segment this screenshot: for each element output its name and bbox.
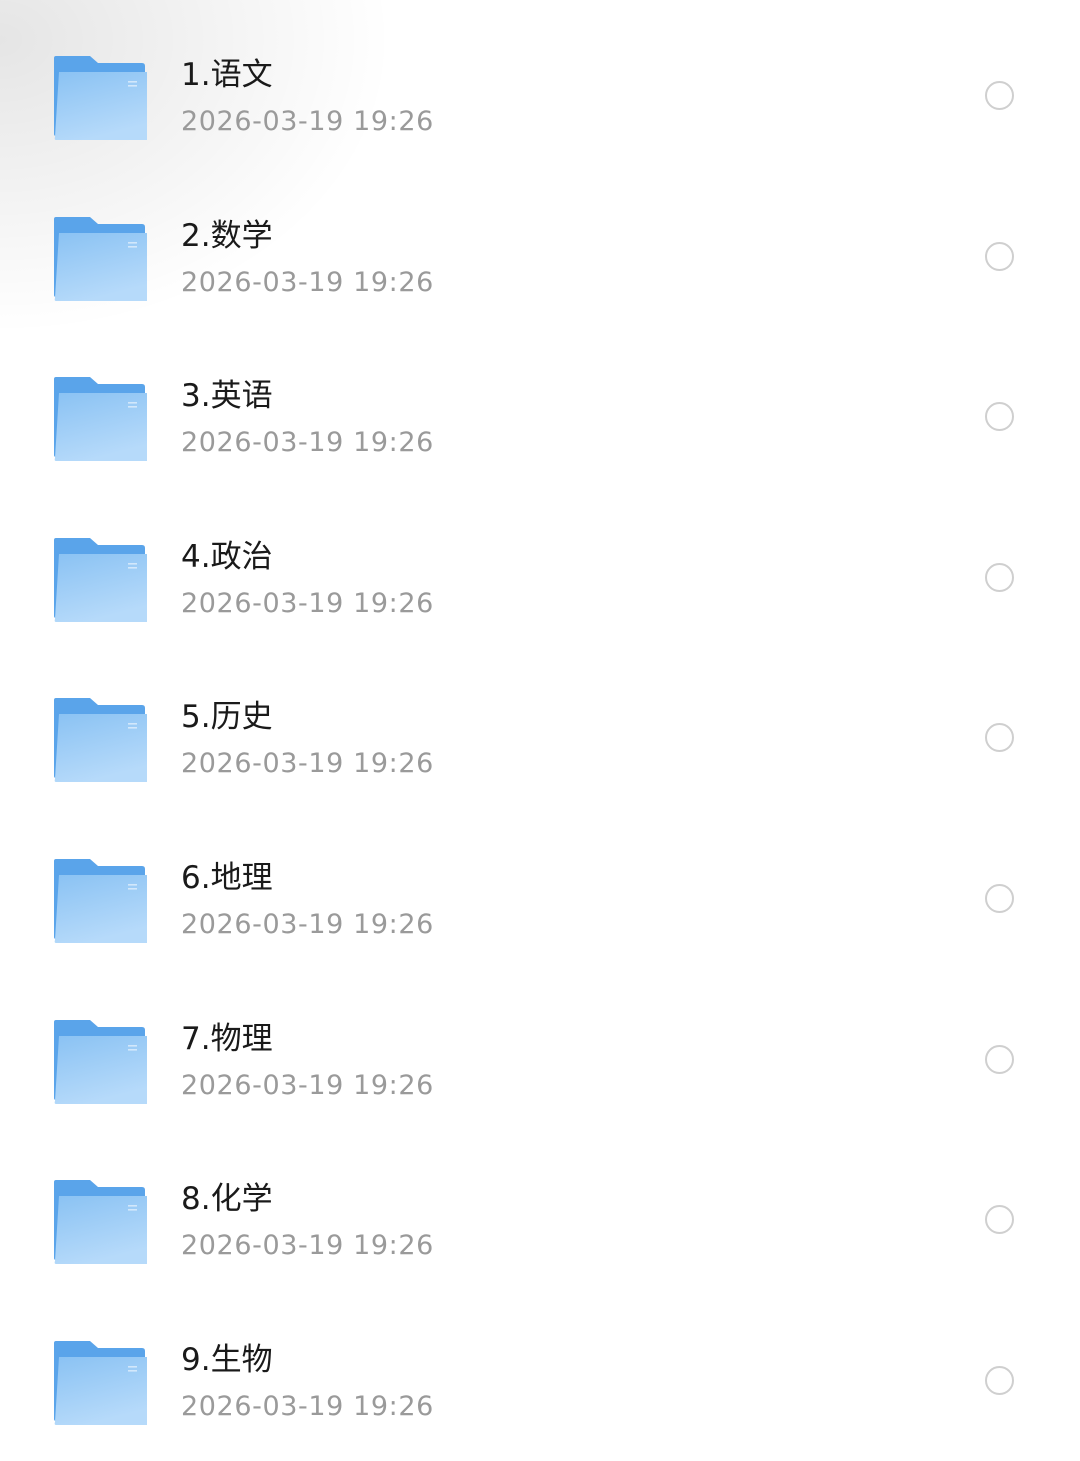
folder-name: 6.地理 [181,859,273,896]
folder-date: 2026-03-19 19:26 [181,1390,434,1422]
folder-date: 2026-03-19 19:26 [181,748,434,780]
folder-icon [54,56,147,140]
list-item[interactable]: 1.语文 2026-03-19 19:26 [0,16,1080,177]
list-item[interactable]: 5.历史 2026-03-19 19:26 [0,658,1080,819]
folder-name: 8.化学 [181,1181,273,1218]
folder-date: 2026-03-19 19:26 [181,266,434,298]
radio-unchecked-icon[interactable] [985,81,1014,110]
folder-name: 9.生物 [181,1341,273,1378]
folder-name: 5.历史 [181,699,273,736]
folder-name: 7.物理 [181,1020,273,1057]
radio-unchecked-icon[interactable] [985,241,1014,271]
folder-icon [54,377,147,462]
folder-icon [54,698,147,783]
folder-date: 2026-03-19 19:26 [181,1069,434,1101]
radio-unchecked-icon[interactable] [985,723,1014,753]
folder-name: 4.政治 [181,538,273,575]
list-item[interactable]: 2.数学 2026-03-19 19:26 [0,177,1080,338]
list-item[interactable]: 9.生物 2026-03-19 19:26 [0,1301,1080,1461]
folder-date: 2026-03-19 19:26 [181,106,434,137]
folder-name: 3.英语 [181,378,273,415]
folder-date: 2026-03-19 19:26 [181,427,434,459]
radio-unchecked-icon[interactable] [985,1044,1014,1074]
folder-date: 2026-03-19 19:26 [181,908,434,940]
folder-date: 2026-03-19 19:26 [181,1230,434,1262]
file-list: 1.语文 2026-03-19 19:26 2.数学 2026-03-19 19… [0,16,1080,1461]
radio-unchecked-icon[interactable] [985,1205,1014,1235]
folder-icon [54,858,147,943]
list-item[interactable]: 3.英语 2026-03-19 19:26 [0,337,1080,498]
radio-unchecked-icon[interactable] [985,1365,1014,1395]
radio-unchecked-icon[interactable] [985,562,1014,592]
folder-name: 2.数学 [181,217,273,254]
radio-unchecked-icon[interactable] [985,402,1014,432]
folder-icon [54,1340,147,1425]
radio-unchecked-icon[interactable] [985,883,1014,913]
list-item[interactable]: 8.化学 2026-03-19 19:26 [0,1140,1080,1301]
list-item[interactable]: 6.地理 2026-03-19 19:26 [0,819,1080,980]
folder-name: 1.语文 [181,57,273,93]
list-item[interactable]: 7.物理 2026-03-19 19:26 [0,980,1080,1141]
folder-date: 2026-03-19 19:26 [181,587,434,619]
folder-icon [54,537,147,622]
list-item[interactable]: 4.政治 2026-03-19 19:26 [0,498,1080,659]
folder-icon [54,1019,147,1104]
folder-icon [54,216,147,301]
folder-icon [54,1180,147,1265]
